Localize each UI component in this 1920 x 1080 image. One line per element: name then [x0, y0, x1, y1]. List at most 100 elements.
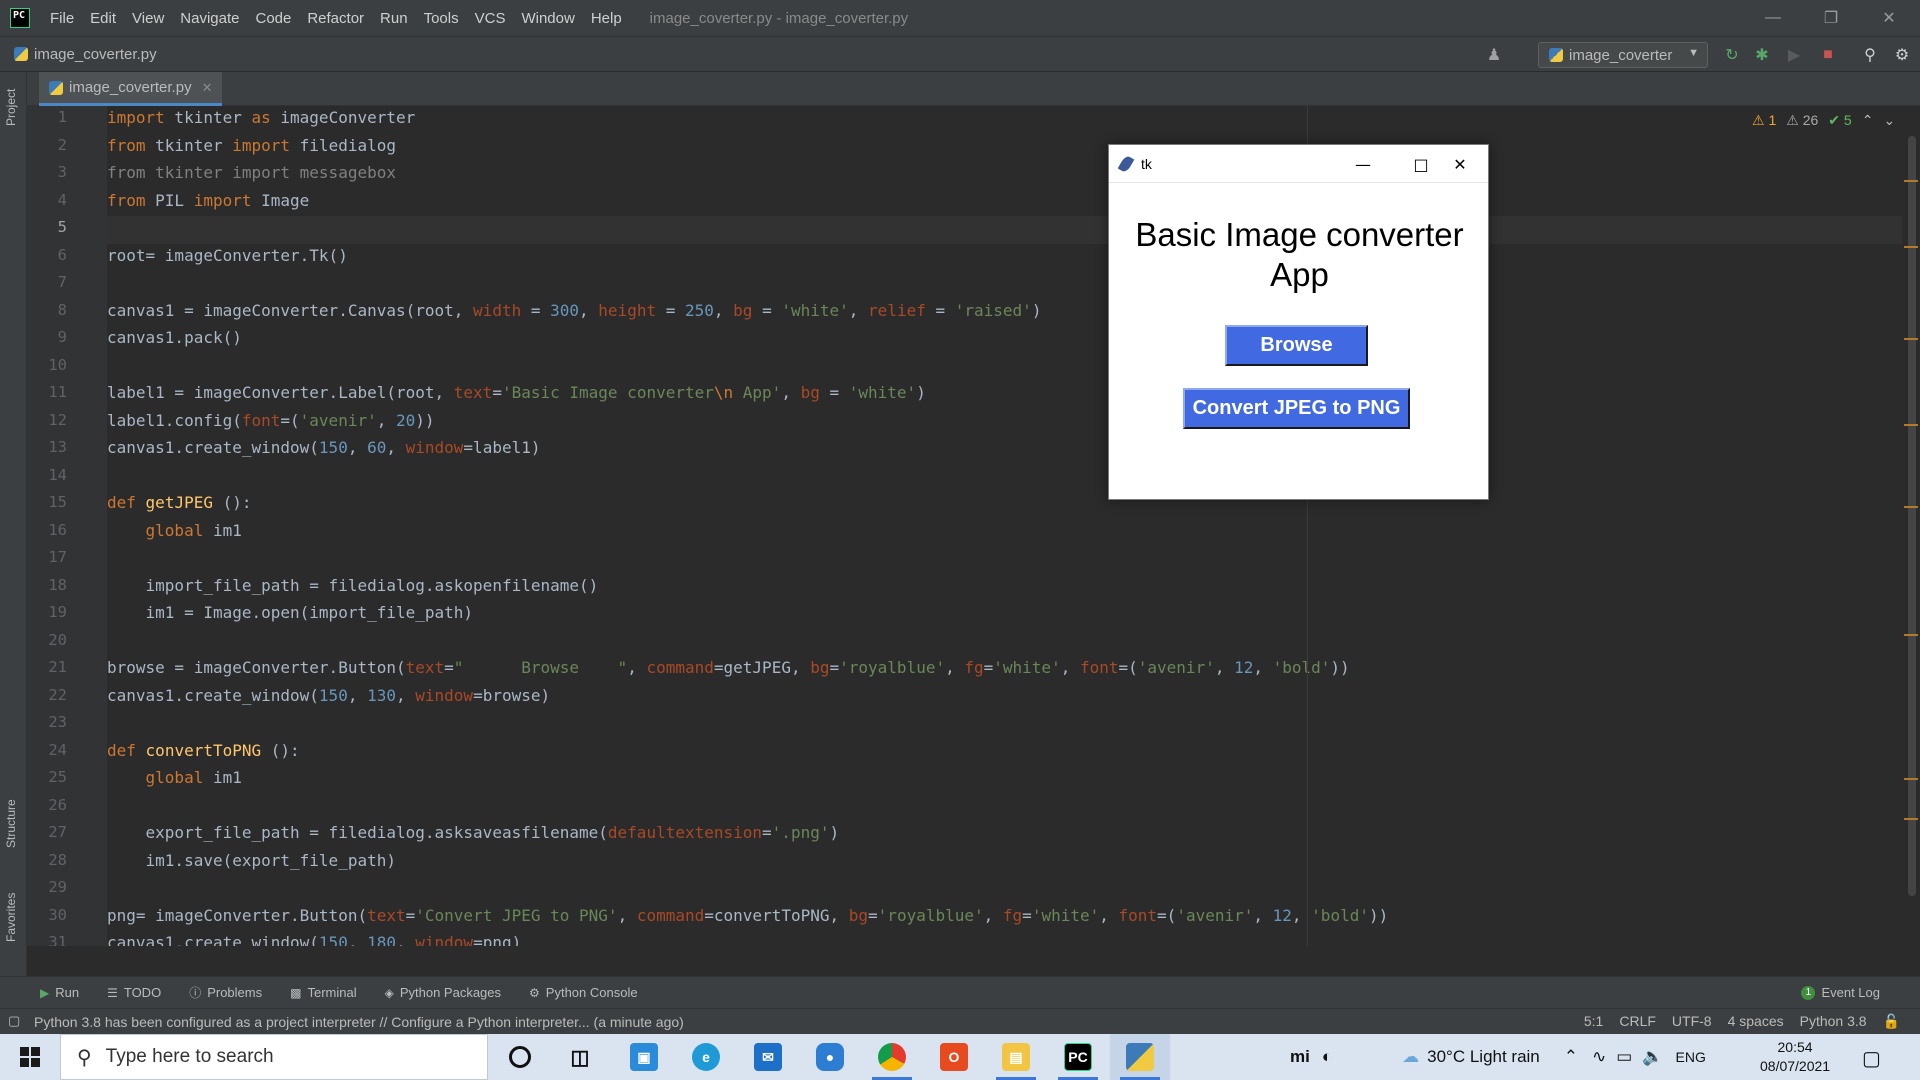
- cortana-icon[interactable]: [490, 1034, 550, 1080]
- volume-icon[interactable]: 🔈: [1642, 1047, 1663, 1067]
- editor-scrollbar[interactable]: [1902, 106, 1920, 946]
- run-configuration-select[interactable]: image_coverter ▼: [1538, 42, 1708, 68]
- code-line[interactable]: root= imageConverter.Tk(): [107, 242, 348, 270]
- error-stripe-mark[interactable]: [1904, 818, 1918, 820]
- code-line[interactable]: label1.config(font=('avenir', 20)): [107, 407, 435, 435]
- settings-icon[interactable]: ⚙: [1892, 45, 1912, 65]
- language-indicator[interactable]: ENG: [1676, 1049, 1706, 1065]
- close-icon[interactable]: ✕: [1860, 0, 1918, 36]
- status-message[interactable]: Python 3.8 has been configured as a proj…: [34, 1014, 684, 1030]
- taskbar-search-box[interactable]: ⚲ Type here to search: [60, 1034, 488, 1080]
- menu-vcs[interactable]: VCS: [467, 10, 514, 27]
- breadcrumb-file[interactable]: image_coverter.py: [34, 46, 157, 63]
- code-line[interactable]: global im1: [107, 517, 242, 545]
- code-line[interactable]: from tkinter import filedialog: [107, 132, 396, 160]
- chevron-up-icon[interactable]: ⌃: [1862, 112, 1874, 129]
- scrollbar-thumb[interactable]: [1908, 136, 1916, 896]
- chrome-icon[interactable]: [862, 1034, 922, 1080]
- structure-tool-tab[interactable]: Structure: [4, 799, 18, 848]
- problems-tool-button[interactable]: ⓘ Problems: [189, 984, 262, 1001]
- edge-browser-icon[interactable]: e: [676, 1034, 736, 1080]
- inspection-widget[interactable]: ⚠ 1 ⚠ 26 ✔ 5 ⌃ ⌄: [1752, 112, 1895, 129]
- code-line[interactable]: import tkinter as imageConverter: [107, 106, 415, 132]
- notifications-icon[interactable]: ▢: [1862, 1046, 1881, 1071]
- error-stripe-mark[interactable]: [1904, 424, 1918, 426]
- menu-navigate[interactable]: Navigate: [172, 10, 247, 27]
- start-button[interactable]: [0, 1034, 60, 1080]
- menu-run[interactable]: Run: [372, 10, 416, 27]
- chevron-up-icon[interactable]: ⌃: [1564, 1047, 1578, 1067]
- minimize-icon[interactable]: —: [1744, 0, 1802, 36]
- close-tab-icon[interactable]: ✕: [202, 80, 213, 96]
- code-line[interactable]: canvas1.create_window(150, 130, window=b…: [107, 682, 550, 710]
- store-app-icon[interactable]: ●: [800, 1034, 860, 1080]
- code-line[interactable]: canvas1.create_window(150, 180, window=p…: [107, 929, 521, 946]
- error-stripe-mark[interactable]: [1904, 506, 1918, 508]
- stop-icon[interactable]: ■: [1818, 45, 1838, 65]
- search-icon[interactable]: ⚲: [1860, 45, 1880, 65]
- chevron-down-icon[interactable]: ⌄: [1883, 112, 1895, 129]
- tk-close-icon[interactable]: ✕: [1431, 145, 1489, 183]
- tab-image-coverter[interactable]: image_coverter.py ✕: [39, 72, 223, 106]
- battery-icon[interactable]: ▭: [1616, 1047, 1632, 1067]
- error-stripe-mark[interactable]: [1904, 180, 1918, 182]
- menu-window[interactable]: Window: [513, 10, 582, 27]
- code-line[interactable]: from tkinter import messagebox: [107, 159, 396, 187]
- menu-tools[interactable]: Tools: [416, 10, 467, 27]
- menu-help[interactable]: Help: [583, 10, 630, 27]
- coverage-icon[interactable]: ▶: [1784, 45, 1804, 65]
- code-line[interactable]: png= imageConverter.Button(text='Convert…: [107, 902, 1388, 930]
- code-line[interactable]: canvas1.create_window(150, 60, window=la…: [107, 434, 540, 462]
- code-line[interactable]: export_file_path = filedialog.asksaveasf…: [107, 819, 840, 847]
- code-editor[interactable]: import tkinter as imageConverter from tk…: [107, 106, 1902, 946]
- weather-icon[interactable]: ☁: [1402, 1047, 1419, 1067]
- code-line[interactable]: def getJPEG ():: [107, 489, 252, 517]
- project-tool-tab[interactable]: Project: [4, 89, 18, 126]
- mail-icon[interactable]: ✉: [738, 1034, 798, 1080]
- browse-button[interactable]: Browse: [1225, 325, 1368, 366]
- file-encoding[interactable]: UTF-8: [1672, 1013, 1712, 1030]
- python-taskbar-icon[interactable]: [1110, 1034, 1170, 1080]
- menu-code[interactable]: Code: [247, 10, 299, 27]
- wifi-icon[interactable]: ∿: [1592, 1047, 1606, 1067]
- menu-file[interactable]: File: [42, 10, 82, 27]
- code-line[interactable]: canvas1.pack(): [107, 324, 242, 352]
- error-stripe-mark[interactable]: [1904, 634, 1918, 636]
- layout-icon[interactable]: ▢: [8, 1013, 20, 1029]
- pc-icon[interactable]: ▣: [614, 1034, 674, 1080]
- weather-text[interactable]: 30°C Light rain: [1427, 1047, 1540, 1067]
- code-line[interactable]: from PIL import Image: [107, 187, 309, 215]
- menu-edit[interactable]: Edit: [82, 10, 124, 27]
- pycharm-taskbar-icon[interactable]: PC: [1048, 1034, 1108, 1080]
- lock-icon[interactable]: 🔓: [1883, 1013, 1900, 1030]
- code-line[interactable]: global im1: [107, 764, 242, 792]
- python-console-tool-button[interactable]: ⚙ Python Console: [529, 985, 638, 1000]
- code-line[interactable]: im1 = Image.open(import_file_path): [107, 599, 474, 627]
- indent-setting[interactable]: 4 spaces: [1728, 1013, 1784, 1030]
- clock[interactable]: 20:54 08/07/2021: [1760, 1038, 1830, 1076]
- python-interpreter[interactable]: Python 3.8: [1800, 1013, 1867, 1030]
- pycharm-logo-icon[interactable]: PC: [10, 8, 30, 28]
- caret-position[interactable]: 5:1: [1584, 1013, 1603, 1030]
- file-explorer-icon[interactable]: ▤: [986, 1034, 1046, 1080]
- code-line[interactable]: def convertToPNG ():: [107, 737, 300, 765]
- favorites-tool-tab[interactable]: Favorites: [4, 893, 18, 942]
- user-icon[interactable]: ♟: [1484, 45, 1504, 65]
- run-tool-button[interactable]: ▶ Run: [40, 985, 79, 1000]
- menu-refactor[interactable]: Refactor: [299, 10, 372, 27]
- breadcrumb[interactable]: image_coverter.py: [14, 46, 157, 63]
- error-stripe-mark[interactable]: [1904, 338, 1918, 340]
- event-log-button[interactable]: 1 Event Log: [1801, 985, 1880, 1000]
- code-line[interactable]: im1.save(export_file_path): [107, 847, 396, 875]
- task-view-icon[interactable]: ◫: [550, 1034, 610, 1080]
- line-separator[interactable]: CRLF: [1619, 1013, 1656, 1030]
- terminal-tool-button[interactable]: ▩ Terminal: [290, 985, 356, 1000]
- code-line[interactable]: browse = imageConverter.Button(text=" Br…: [107, 654, 1350, 682]
- error-stripe-mark[interactable]: [1904, 246, 1918, 248]
- restore-icon[interactable]: ❐: [1802, 0, 1860, 36]
- debug-icon[interactable]: ✱: [1752, 45, 1772, 65]
- code-line[interactable]: canvas1 = imageConverter.Canvas(root, wi…: [107, 297, 1041, 325]
- todo-tool-button[interactable]: ☰ TODO: [107, 985, 161, 1000]
- code-line[interactable]: import_file_path = filedialog.askopenfil…: [107, 572, 599, 600]
- office-icon[interactable]: O: [924, 1034, 984, 1080]
